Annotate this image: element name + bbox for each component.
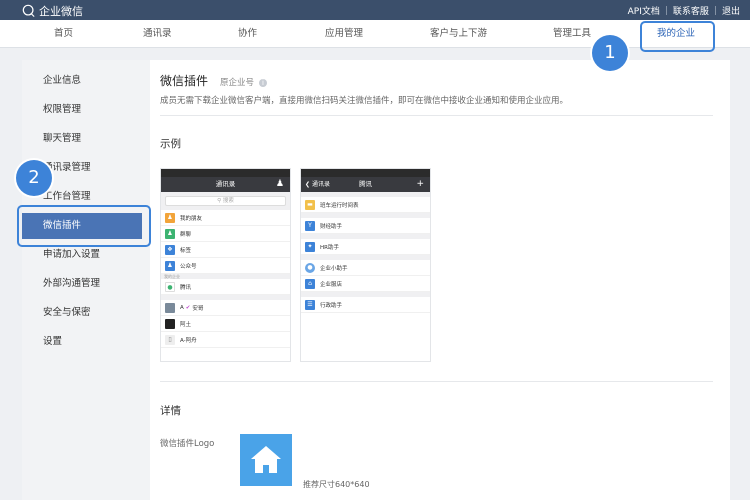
back-link: ❮ 通讯录: [305, 181, 330, 188]
list-item: ▯ A-阿舟: [161, 332, 290, 348]
brand[interactable]: 企业微信: [22, 3, 83, 19]
step-badge-1: 1: [592, 35, 628, 71]
list-item: ▬ 班车运行时间表: [301, 197, 430, 213]
list-item: ♟ 群聊: [161, 226, 290, 242]
divider: [160, 381, 713, 382]
list-item: ● 腾讯: [161, 279, 290, 295]
list-item: ♟ 公众号: [161, 258, 290, 274]
list-item: ● 企业小助手: [301, 260, 430, 276]
api-docs-link[interactable]: API文档: [628, 4, 660, 17]
divider: [160, 115, 713, 116]
phone-header: ❮ 通讯录 腾讯 +: [301, 177, 430, 192]
sidebar-highlight-frame: [17, 205, 151, 247]
title-row: 微信插件 原企业号 i: [160, 72, 268, 89]
org-logo-icon: ●: [165, 281, 175, 292]
tag-icon: ❖: [165, 244, 175, 255]
assistant-icon: ●: [305, 262, 315, 273]
plus-icon: +: [416, 179, 424, 189]
nav-management-tools[interactable]: 管理工具: [553, 20, 591, 48]
example-phone-org: ❮ 通讯录 腾讯 + ▬ 班车运行时间表 Y 财经助手 ✦ HR助手 ● 企业小助手 ⌂…: [300, 168, 431, 362]
list-item: ✦ HR助手: [301, 239, 430, 255]
sidebar-item-permissions[interactable]: 权限管理: [22, 97, 150, 123]
top-links: API文档 | 联系客服 | 退出: [627, 4, 740, 18]
logo-field-label: 微信插件Logo: [160, 439, 215, 449]
list-item: ❖ 标签: [161, 242, 290, 258]
home-icon: [251, 446, 281, 473]
title-subtitle: 原企业号: [220, 78, 255, 88]
bus-schedule-icon: ▬: [305, 199, 315, 210]
logo-size-hint: 推荐尺寸640*640: [303, 480, 370, 489]
top-bar: 企业微信 API文档 | 联系客服 | 退出: [0, 0, 750, 20]
hr-icon: ✦: [305, 241, 315, 252]
contact-support-link[interactable]: 联系客服: [673, 4, 709, 17]
details-section-title: 详情: [160, 405, 181, 417]
sidebar-item-enterprise-info[interactable]: 企业信息: [22, 68, 150, 94]
nav-collaboration[interactable]: 协作: [238, 20, 257, 48]
list-item: ♟ 我的朋友: [161, 210, 290, 226]
sidebar-item-settings[interactable]: 设置: [22, 329, 150, 355]
avatar: [165, 318, 175, 329]
home-icon: ⌂: [305, 278, 315, 289]
sidebar: 企业信息 权限管理 聊天管理 通讯录管理 工作台管理 微信插件 申请加入设置 外…: [22, 60, 150, 500]
page-title: 微信插件: [160, 74, 209, 88]
brand-name: 企业微信: [39, 5, 83, 18]
nav-highlight-frame: [640, 21, 715, 52]
logout-link[interactable]: 退出: [722, 4, 740, 17]
group-chat-icon: ♟: [165, 228, 175, 239]
list-item: Y 财经助手: [301, 218, 430, 234]
sidebar-item-external-communication[interactable]: 外部沟通管理: [22, 271, 150, 297]
content-area: 微信插件 原企业号 i 成员无需下载企业微信客户端，直接用微信扫码关注微信插件，…: [160, 60, 730, 500]
step-badge-2: 2: [16, 160, 52, 196]
nav-app-management[interactable]: 应用管理: [325, 20, 363, 48]
example-section-title: 示例: [160, 138, 181, 150]
check-icon: ✔: [185, 304, 191, 311]
list-item: ⌂ 企业服店: [301, 276, 430, 292]
sidebar-item-security[interactable]: 安全与保密: [22, 300, 150, 326]
info-icon[interactable]: i: [259, 79, 268, 87]
phone-search-bar: ⚲ 搜索: [165, 196, 286, 206]
nav-customers-partners[interactable]: 客户与上下游: [430, 20, 487, 48]
avatar: ▯: [165, 334, 175, 345]
nav-home[interactable]: 首页: [54, 20, 73, 48]
avatar: [165, 302, 175, 313]
nav-contacts[interactable]: 通讯录: [143, 20, 172, 48]
friends-icon: ♟: [165, 212, 175, 223]
main-nav: 首页 通讯录 协作 应用管理 客户与上下游 管理工具 我的企业: [0, 20, 750, 48]
list-item: ☰ 行政助手: [301, 297, 430, 313]
list-item: 阿土: [161, 316, 290, 332]
example-phone-contacts: 通讯录 ♟ ⚲ 搜索 ♟ 我的朋友 ♟ 群聊 ❖ 标签 ♟ 公众号 我的企业 ● 腾讯 A…: [160, 168, 291, 362]
sidebar-item-chat-management[interactable]: 聊天管理: [22, 126, 150, 152]
page-description: 成员无需下载企业微信客户端，直接用微信扫码关注微信插件，即可在微信中接收企业通知…: [160, 96, 569, 106]
wecom-logo-icon: [22, 4, 35, 17]
phone-header: 通讯录 ♟: [161, 177, 290, 192]
add-contact-icon: ♟: [275, 179, 284, 189]
list-item: A ✔ 安哥: [161, 300, 290, 316]
finance-icon: Y: [305, 220, 315, 231]
official-account-icon: ♟: [165, 260, 175, 271]
plugin-logo[interactable]: [240, 434, 292, 486]
admin-icon: ☰: [305, 299, 315, 310]
main-panel: 企业信息 权限管理 聊天管理 通讯录管理 工作台管理 微信插件 申请加入设置 外…: [22, 60, 730, 500]
